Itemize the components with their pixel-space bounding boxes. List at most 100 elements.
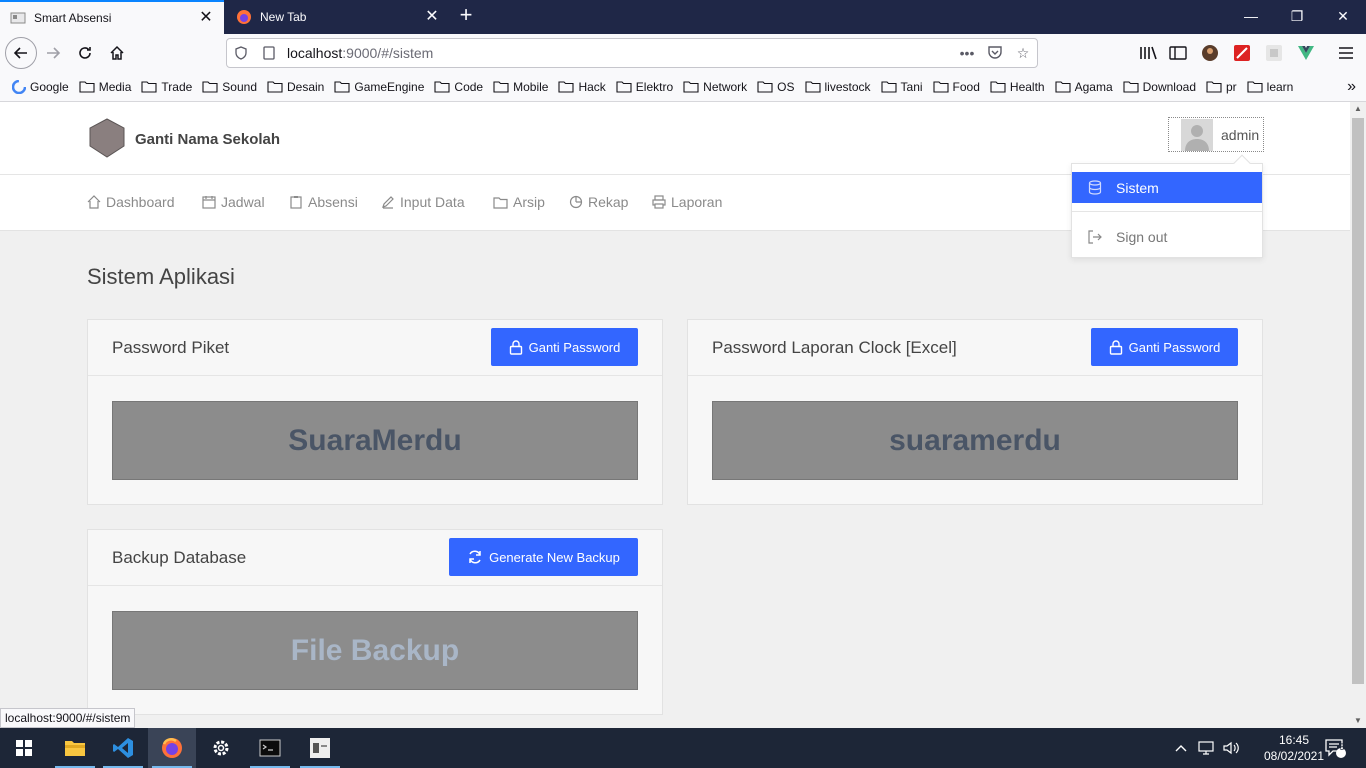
- card-header: Password Laporan Clock [Excel] Ganti Pas…: [688, 320, 1262, 376]
- taskbar-settings[interactable]: [197, 728, 245, 768]
- bookmark-folder[interactable]: livestock: [804, 80, 871, 94]
- menu-arsip[interactable]: Arsip: [493, 194, 545, 210]
- password-piket-card: Password Piket Ganti Password SuaraMerdu: [87, 319, 663, 505]
- bookmark-folder[interactable]: Agama: [1055, 80, 1113, 94]
- system-clock[interactable]: 16:45 08/02/2021: [1262, 732, 1326, 764]
- windows-logo-icon: [16, 740, 32, 756]
- refresh-icon: [469, 550, 481, 564]
- bookmark-label: Health: [1009, 79, 1045, 94]
- hamburger-menu-icon[interactable]: [1336, 43, 1356, 63]
- network-icon[interactable]: [1198, 728, 1216, 768]
- bookmark-folder[interactable]: OS: [757, 80, 795, 94]
- bookmark-folder[interactable]: Media: [79, 80, 131, 94]
- forward-button[interactable]: [38, 39, 68, 67]
- reload-button[interactable]: [70, 39, 100, 67]
- school-logo[interactable]: [88, 118, 126, 158]
- folder-icon: [493, 81, 509, 93]
- bookmark-folder[interactable]: Code: [434, 80, 483, 94]
- ganti-password-laporan-button[interactable]: Ganti Password: [1091, 328, 1238, 366]
- menu-laporan[interactable]: Laporan: [652, 194, 722, 210]
- dropdown-item-signout[interactable]: Sign out: [1072, 221, 1262, 252]
- url-text[interactable]: localhost:9000/#/sistem: [283, 45, 953, 61]
- extension-red-icon[interactable]: [1232, 43, 1252, 63]
- brand-name[interactable]: Ganti Nama Sekolah: [135, 131, 280, 148]
- bookmark-folder[interactable]: Sound: [202, 80, 257, 94]
- bookmark-folder[interactable]: Food: [932, 80, 980, 94]
- avatar: [1181, 118, 1213, 151]
- bookmark-folder[interactable]: GameEngine: [334, 80, 424, 94]
- volume-icon[interactable]: [1222, 728, 1240, 768]
- folder-icon: [79, 81, 95, 93]
- arrow-left-icon: [13, 47, 27, 59]
- ganti-password-piket-button[interactable]: Ganti Password: [491, 328, 638, 366]
- dropdown-label: Sistem: [1116, 179, 1159, 196]
- menu-dashboard[interactable]: Dashboard: [87, 194, 175, 210]
- file-backup-link[interactable]: File Backup: [112, 611, 638, 690]
- bookmark-folder[interactable]: Health: [990, 80, 1045, 94]
- notification-center-button[interactable]: 5: [1324, 728, 1346, 768]
- tray-chevron-up-icon[interactable]: [1174, 728, 1188, 768]
- shield-icon[interactable]: [227, 46, 255, 60]
- menu-jadwal[interactable]: Jadwal: [202, 194, 265, 210]
- page-scrollbar[interactable]: ▲ ▼: [1350, 102, 1366, 728]
- back-button[interactable]: [5, 37, 37, 69]
- bookmark-folder[interactable]: pr: [1206, 80, 1237, 94]
- menu-absensi[interactable]: Absensi: [289, 194, 358, 210]
- sidebar-icon[interactable]: [1168, 43, 1188, 63]
- password-laporan-card: Password Laporan Clock [Excel] Ganti Pas…: [687, 319, 1263, 505]
- bookmark-folder[interactable]: Tani: [880, 79, 923, 94]
- dropdown-item-sistem[interactable]: Sistem: [1072, 172, 1262, 203]
- bookmark-folder[interactable]: Hack: [558, 80, 606, 94]
- bookmark-folder[interactable]: Trade: [141, 80, 192, 94]
- bookmark-folder[interactable]: Mobile: [493, 80, 548, 94]
- scroll-up-icon[interactable]: ▲: [1350, 102, 1366, 116]
- user-menu-toggle[interactable]: admin: [1168, 117, 1264, 152]
- scrollbar-thumb[interactable]: [1352, 118, 1364, 684]
- library-icon[interactable]: [1138, 43, 1158, 63]
- scroll-down-icon[interactable]: ▼: [1350, 714, 1366, 728]
- bookmark-google[interactable]: Google: [12, 79, 69, 94]
- close-window-button[interactable]: ✕: [1320, 0, 1366, 34]
- taskbar-file-explorer[interactable]: [51, 728, 99, 768]
- bookmark-folder[interactable]: Network: [683, 80, 747, 94]
- tab-close-icon[interactable]: ✕: [198, 10, 214, 26]
- start-button[interactable]: [0, 728, 48, 768]
- pocket-icon[interactable]: [981, 44, 1009, 63]
- tab-smart-absensi[interactable]: Smart Absensi ✕: [0, 0, 224, 34]
- menu-input-data[interactable]: Input Data: [381, 194, 465, 210]
- lock-icon: [1109, 339, 1122, 355]
- windows-taskbar: 16:45 08/02/2021 5: [0, 728, 1366, 768]
- extension-grey-icon[interactable]: [1264, 43, 1284, 63]
- taskbar-app-window[interactable]: [296, 728, 344, 768]
- taskbar-vscode[interactable]: [99, 728, 147, 768]
- bookmark-label: Google: [30, 79, 69, 94]
- chevron-double-right-icon[interactable]: »: [1347, 78, 1356, 96]
- more-actions-icon[interactable]: •••: [953, 45, 981, 61]
- home-button[interactable]: [102, 39, 132, 67]
- bookmark-folder[interactable]: Desain: [267, 80, 324, 94]
- taskbar-terminal[interactable]: [246, 728, 294, 768]
- tab-new-tab[interactable]: New Tab ✕: [226, 0, 450, 34]
- menu-rekap[interactable]: Rekap: [569, 194, 628, 210]
- url-bar[interactable]: localhost:9000/#/sistem ••• ☆: [226, 38, 1038, 68]
- extension-avatar-icon[interactable]: [1200, 43, 1220, 63]
- new-tab-button[interactable]: +: [454, 4, 478, 28]
- vue-devtools-icon[interactable]: [1296, 43, 1316, 63]
- generate-backup-button[interactable]: Generate New Backup: [449, 538, 638, 576]
- card-title: Password Laporan Clock [Excel]: [712, 338, 957, 357]
- tab-close-icon[interactable]: ✕: [424, 9, 440, 25]
- restore-button[interactable]: ❐: [1274, 0, 1320, 34]
- bookmark-folder[interactable]: Download: [1123, 80, 1196, 94]
- vscode-icon: [113, 738, 133, 758]
- page-info-icon[interactable]: [255, 46, 283, 60]
- bookmark-star-icon[interactable]: ☆: [1009, 45, 1037, 62]
- minimize-button[interactable]: —: [1228, 0, 1274, 34]
- folder-icon: [757, 81, 773, 93]
- taskbar-firefox[interactable]: [148, 728, 196, 768]
- bookmark-folder[interactable]: learn: [1247, 80, 1293, 94]
- card-title: Password Piket: [112, 338, 230, 357]
- button-label: Generate New Backup: [489, 549, 620, 565]
- bookmark-label: Tani: [900, 79, 923, 94]
- dropdown-divider: [1072, 211, 1262, 212]
- bookmark-folder[interactable]: Elektro: [616, 80, 673, 94]
